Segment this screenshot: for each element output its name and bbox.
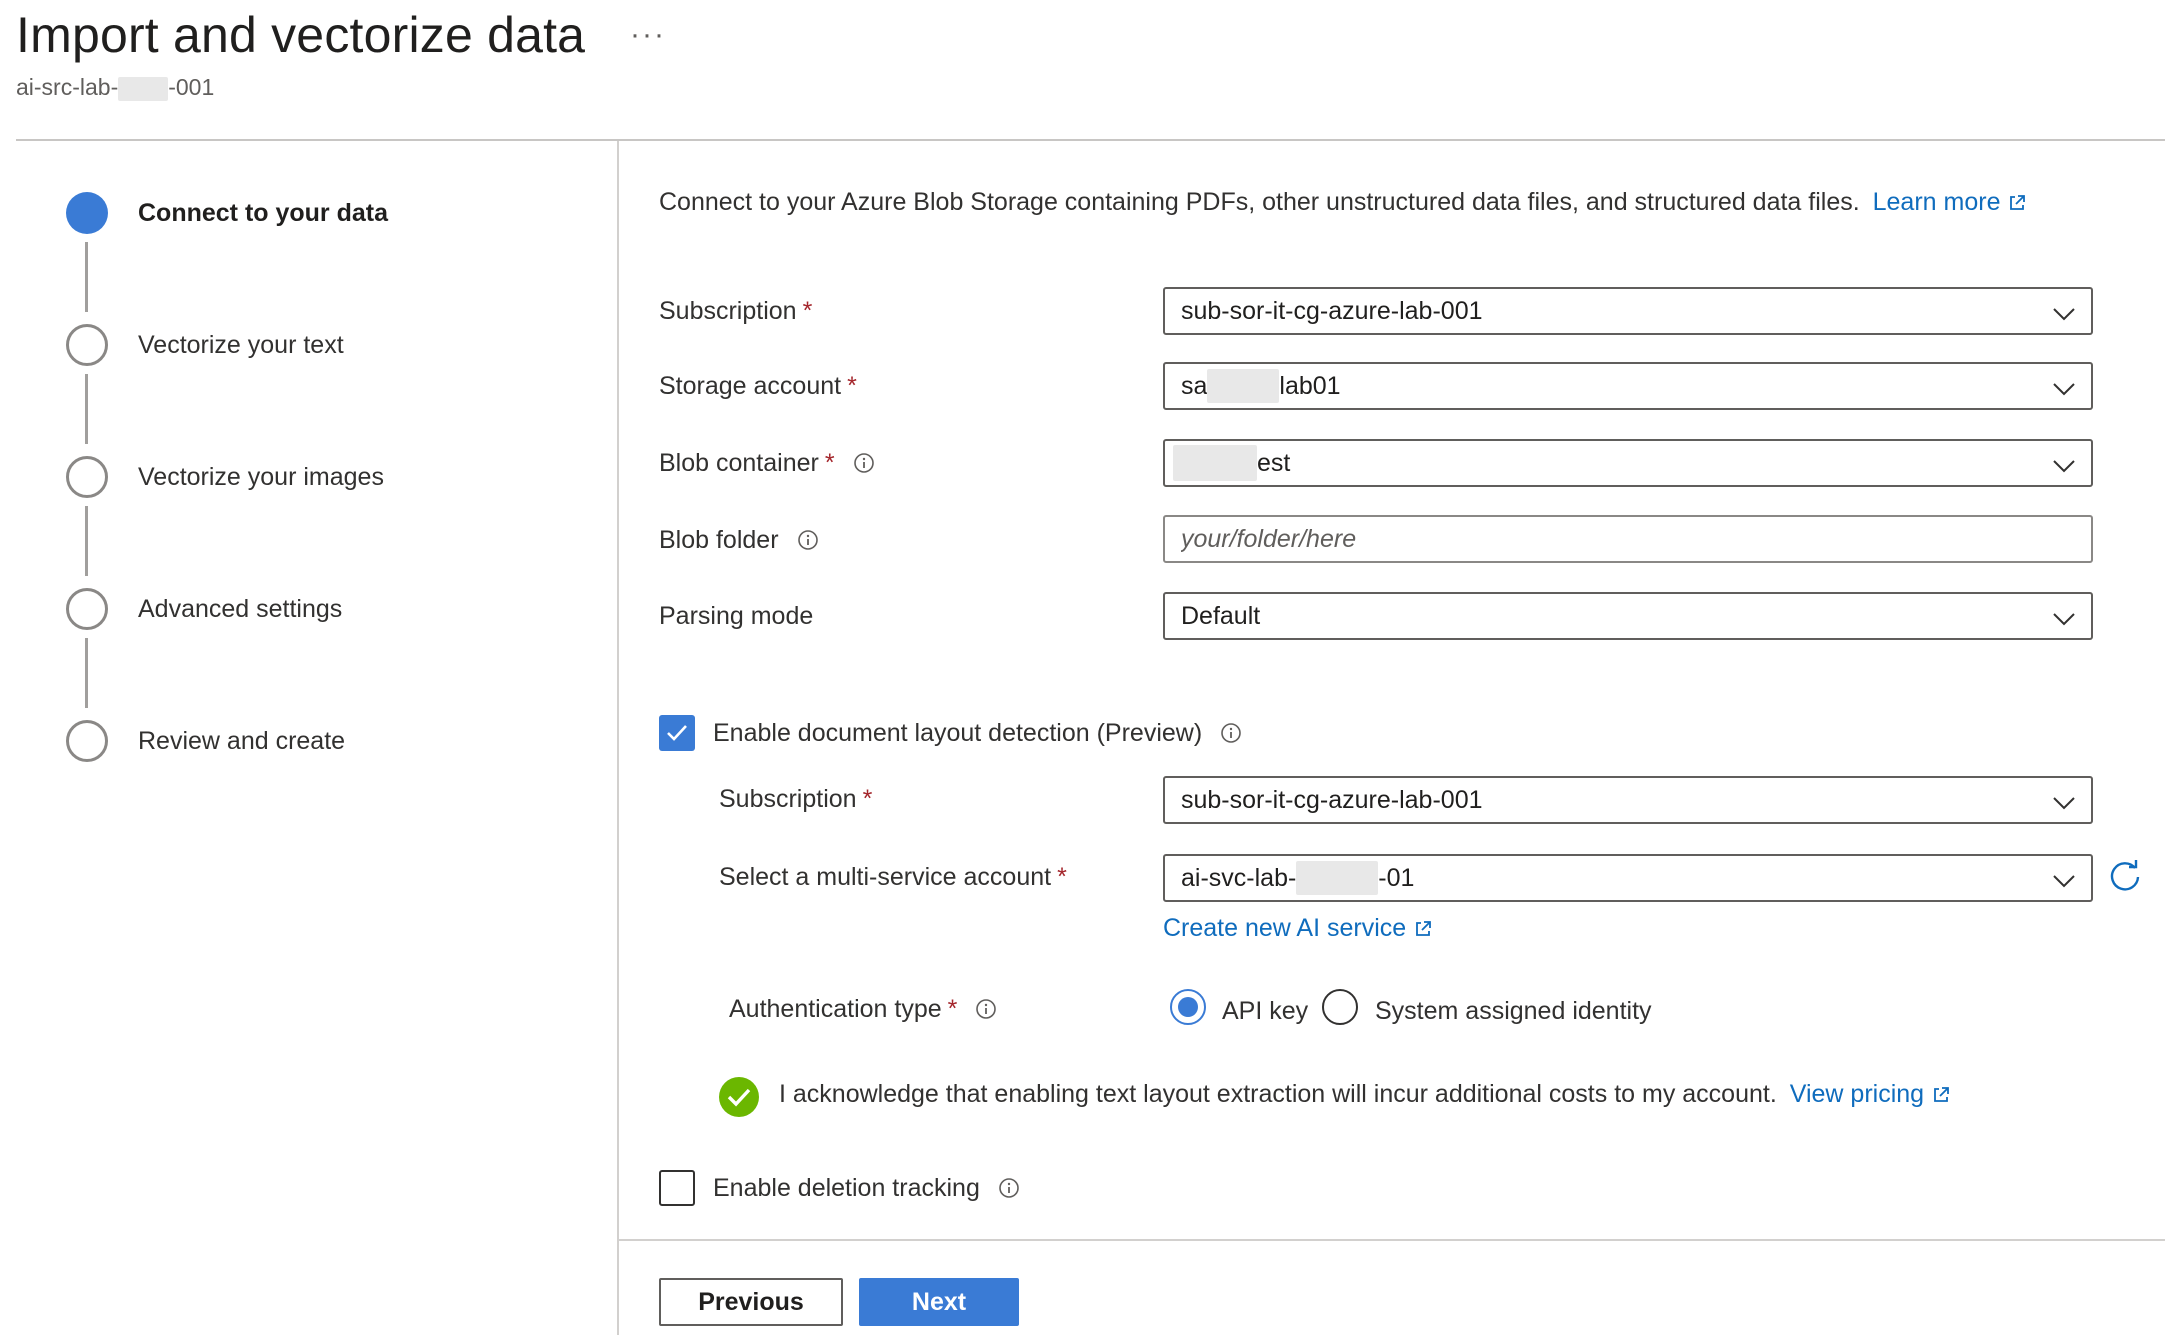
step-label: Review and create <box>138 726 346 755</box>
step-vectorize-your-images[interactable]: Vectorize your images <box>66 455 384 499</box>
storage-account-dropdown[interactable]: sa lab01 <box>1163 362 2093 410</box>
step-label: Vectorize your images <box>138 462 384 491</box>
blob-container-label: Blob container * <box>659 440 875 486</box>
parsing-mode-dropdown[interactable]: Default <box>1163 592 2093 640</box>
layout-detection-label: Enable document layout detection (Previe… <box>713 715 1242 751</box>
info-icon[interactable] <box>797 529 819 551</box>
redacted-block <box>118 76 169 101</box>
subscription-label: Subscription * <box>659 296 813 325</box>
blob-container-dropdown[interactable]: est <box>1163 439 2093 487</box>
checkmark-icon <box>667 725 687 741</box>
blob-container-value-suffix: est <box>1257 448 1291 477</box>
learn-more-label: Learn more <box>1872 188 2001 216</box>
account-value-suffix: -01 <box>1378 863 1415 892</box>
intro-description: Connect to your Azure Blob Storage conta… <box>659 188 1860 216</box>
external-link-icon <box>1934 1087 1949 1103</box>
subscription-dropdown[interactable]: sub-sor-it-cg-azure-lab-001 <box>1163 287 2093 335</box>
page-title: Import and vectorize data <box>16 7 586 63</box>
step-label: Advanced settings <box>138 594 343 623</box>
storage-account-label: Storage account * <box>659 371 857 400</box>
multi-service-account-dropdown[interactable]: ai-svc-lab- -01 <box>1163 854 2093 902</box>
external-link-icon <box>1416 921 1432 937</box>
deletion-tracking-label: Enable deletion tracking <box>713 1170 1020 1206</box>
auth-api-key-label[interactable]: API key <box>1222 993 1308 1029</box>
step-advanced-settings[interactable]: Advanced settings <box>66 587 342 631</box>
step-connector <box>85 374 88 444</box>
previous-button[interactable]: Previous <box>659 1278 843 1326</box>
redacted-block <box>1296 861 1379 895</box>
info-icon[interactable] <box>1220 722 1242 744</box>
chevron-down-icon <box>2053 460 2075 473</box>
layout-subscription-label: Subscription * <box>719 784 873 813</box>
step-pending-indicator <box>66 720 108 762</box>
layout-detection-checkbox[interactable] <box>659 715 695 751</box>
blob-folder-text-input[interactable] <box>1181 524 2091 554</box>
create-new-ai-service-label: Create new AI service <box>1163 914 1407 942</box>
multi-service-account-label: Select a multi-service account * <box>719 862 1067 891</box>
step-review-and-create[interactable]: Review and create <box>66 719 345 763</box>
step-label: Vectorize your text <box>138 330 344 359</box>
blob-folder-label: Blob folder <box>659 517 819 563</box>
layout-subscription-dropdown[interactable]: sub-sor-it-cg-azure-lab-001 <box>1163 776 2093 824</box>
create-new-ai-service-link[interactable]: Create new AI service <box>1163 914 1432 943</box>
layout-subscription-value: sub-sor-it-cg-azure-lab-001 <box>1181 785 1483 814</box>
info-icon[interactable] <box>998 1177 1020 1199</box>
chevron-down-icon <box>2053 875 2075 888</box>
learn-more-link[interactable]: Learn more <box>1867 188 2027 216</box>
account-value-prefix: ai-svc-lab- <box>1181 863 1297 892</box>
footer-divider <box>619 1239 2165 1241</box>
next-button[interactable]: Next <box>859 1278 1019 1326</box>
acknowledge-text: I acknowledge that enabling text layout … <box>779 1080 1950 1109</box>
chevron-down-icon <box>2053 613 2075 626</box>
view-pricing-link[interactable]: View pricing <box>1784 1080 1950 1108</box>
chevron-down-icon <box>2053 308 2075 321</box>
storage-account-value-suffix: lab01 <box>1279 371 1341 400</box>
chevron-down-icon <box>2053 383 2075 396</box>
storage-account-value-prefix: sa <box>1181 371 1208 400</box>
more-options-button[interactable]: ··· <box>630 18 666 52</box>
success-checkmark-icon <box>719 1077 759 1117</box>
redacted-block <box>1173 445 1257 481</box>
step-connector <box>85 506 88 576</box>
refresh-icon[interactable] <box>2107 859 2143 895</box>
auth-api-key-radio[interactable] <box>1170 989 1206 1025</box>
auth-system-identity-radio[interactable] <box>1322 989 1358 1025</box>
step-connect-to-your-data[interactable]: Connect to your data <box>66 191 388 235</box>
parsing-mode-label: Parsing mode <box>659 601 814 630</box>
parsing-mode-value: Default <box>1181 601 1261 630</box>
step-vectorize-your-text[interactable]: Vectorize your text <box>66 323 344 367</box>
info-icon[interactable] <box>853 452 875 474</box>
sidebar-divider <box>617 141 619 1335</box>
step-pending-indicator <box>66 456 108 498</box>
resource-name-suffix: -001 <box>168 74 215 100</box>
step-connector <box>85 242 88 312</box>
header-divider <box>16 139 2165 141</box>
step-connector <box>85 638 88 708</box>
resource-name: ai-src-lab- -001 <box>16 74 214 101</box>
step-pending-indicator <box>66 588 108 630</box>
step-active-indicator <box>66 192 108 234</box>
acknowledge-description: I acknowledge that enabling text layout … <box>779 1080 1777 1108</box>
info-icon[interactable] <box>975 998 997 1020</box>
intro-text: Connect to your Azure Blob Storage conta… <box>659 188 2026 217</box>
authentication-type-label: Authentication type * <box>729 986 997 1032</box>
blob-folder-input[interactable] <box>1163 515 2093 563</box>
resource-name-prefix: ai-src-lab- <box>16 74 119 100</box>
auth-system-identity-label[interactable]: System assigned identity <box>1375 993 1652 1029</box>
redacted-block <box>1207 369 1280 403</box>
external-link-icon <box>2010 195 2026 211</box>
chevron-down-icon <box>2053 797 2075 810</box>
deletion-tracking-checkbox[interactable] <box>659 1170 695 1206</box>
step-pending-indicator <box>66 324 108 366</box>
view-pricing-label: View pricing <box>1789 1080 1925 1108</box>
subscription-value: sub-sor-it-cg-azure-lab-001 <box>1181 296 1483 325</box>
step-label: Connect to your data <box>138 198 389 227</box>
